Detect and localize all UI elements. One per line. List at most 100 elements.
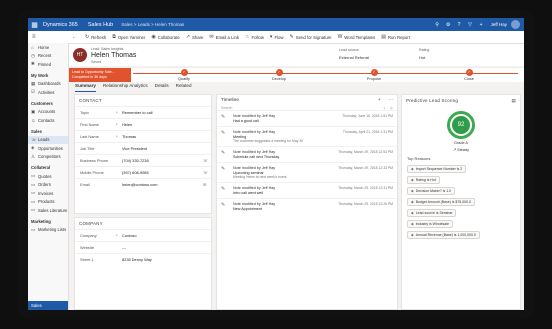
sidebar-item-invoices[interactable]: ▭ Invoices <box>28 189 68 198</box>
tab-summary[interactable]: Summary <box>75 83 96 92</box>
field-value[interactable]: (704) 335-7238 <box>122 158 203 163</box>
timeline-item[interactable]: ✎ Note modified by Jeff Hay Thursday, Marc… <box>217 146 397 162</box>
filter-icon[interactable]: ◎ <box>390 106 393 110</box>
stage-develop[interactable]: ✓ Develop <box>264 69 294 81</box>
send-signature-button[interactable]: ✎ Send for Signature <box>290 34 332 40</box>
timeline-date: Thursday, March 29, 2018 12:31 PM <box>338 186 393 190</box>
reason-chip[interactable]: ◆ Budget Amount (Base) is $75,000.0 <box>407 197 475 206</box>
form-field-job-title[interactable]: Job Title Vice President <box>75 142 211 154</box>
timeline-item[interactable]: ✎ Note modified by Jeff Hay Thursday, Marc… <box>217 182 397 198</box>
field-action-icon[interactable]: ☏ <box>203 170 211 175</box>
timeline-item[interactable]: ✎ Note modified by Jeff Hay Thursday, Apri… <box>217 126 397 146</box>
timeline-item[interactable]: ✎ Note modified by Jeff Hay Thursday, June… <box>217 110 397 126</box>
word-templates-button[interactable]: W Word Templates <box>338 34 376 40</box>
app-launcher-icon[interactable]: ▦ <box>28 18 41 31</box>
field-value[interactable]: Remember to call <box>122 110 203 115</box>
attach-icon[interactable]: ⇣ <box>383 106 386 110</box>
hub-name[interactable]: Sales Hub <box>88 22 113 28</box>
lead-source-value[interactable]: External Referral <box>339 55 369 60</box>
refresh-button[interactable]: ↻ Refresh <box>85 34 106 40</box>
tab-details[interactable]: Details <box>155 83 169 92</box>
more-icon[interactable]: ··· <box>388 98 393 103</box>
sidebar-item-contacts[interactable]: ☺ Contacts <box>28 116 68 125</box>
form-field-street-1[interactable]: Street 1 8235 Denny Way <box>75 253 211 265</box>
field-value[interactable]: 8235 Denny Way <box>122 257 203 262</box>
form-field-business-phone[interactable]: Business Phone (704) 335-7238 ☏ <box>75 154 211 166</box>
timeline-item[interactable]: ✎ Note modified by Jeff Hay Thursday, Marc… <box>217 198 397 214</box>
timeline-item[interactable]: ✎ Note modified by Jeff Hay Thursday, Marc… <box>217 162 397 182</box>
rating-value[interactable]: Hot <box>419 55 425 60</box>
field-value[interactable]: (397) 608-9085 <box>122 170 203 175</box>
stage-qualify[interactable]: ✓ Qualify <box>169 69 199 81</box>
sidebar-item-quotes[interactable]: ▭ Quotes <box>28 172 68 181</box>
reason-chip[interactable]: ◆ Annual Revenue (Base) is 1,000,000.0 <box>407 230 480 239</box>
email-link-button[interactable]: ✉ Email a Link <box>209 34 239 40</box>
reason-chip[interactable]: ◆ Rating is Hot <box>407 175 440 184</box>
collaborate-button[interactable]: ◉ Collaborate <box>151 34 179 40</box>
sidebar-item-recent[interactable]: ◷ Recent <box>28 52 68 61</box>
process-subtitle: Completed in 36 days <box>72 74 107 79</box>
sidebar-item-sales-literature[interactable]: ▭ Sales Literature <box>28 206 68 215</box>
follow-button[interactable]: ☆ Follow <box>245 34 264 40</box>
timeline-subject: Intro call went well <box>233 191 264 195</box>
flow-button[interactable]: ▾ Flow <box>270 34 284 40</box>
form-field-mobile-phone[interactable]: Mobile Phone (397) 608-9085 ☏ <box>75 166 211 178</box>
hamburger-icon[interactable]: ≡ <box>28 34 72 40</box>
tab-related[interactable]: Related <box>176 83 192 92</box>
run-report-button[interactable]: ▤ Run Report <box>381 34 410 40</box>
timeline-section: Timeline + ··· Search ⇣ ◎ ✎ Note modified … <box>216 94 398 310</box>
reason-chip[interactable]: ◆ Lead source is Seminar <box>407 208 457 217</box>
field-value[interactable]: helen@contoso.com <box>122 182 203 187</box>
add-icon[interactable]: + <box>378 98 381 103</box>
form-field-topic[interactable]: Topic * Remember to call <box>75 106 211 118</box>
tab-relationship-analytics[interactable]: Relationship Analytics <box>103 83 148 92</box>
reason-chip[interactable]: ◆ Decision Maker? is 1.0 <box>407 186 456 195</box>
sidebar-item-leads[interactable]: ☏ Leads <box>28 135 68 144</box>
form-field-website[interactable]: Website --- <box>75 241 211 253</box>
search-icon[interactable]: ⚲ <box>432 22 443 28</box>
form-field-email[interactable]: Email helen@contoso.com ✉ <box>75 178 211 190</box>
app-name[interactable]: Dynamics 365 <box>43 22 78 28</box>
help-icon[interactable]: ? <box>454 22 465 28</box>
flow-button-icon: ▾ <box>269 34 273 40</box>
sidebar-item-accounts[interactable]: ▣ Accounts <box>28 108 68 117</box>
form-field-first-name[interactable]: First Name * Helen <box>75 118 211 130</box>
sidebar-item-marketing-lists[interactable]: ▭ Marketing Lists <box>28 226 68 235</box>
field-action-icon[interactable]: ☏ <box>203 158 211 163</box>
add-icon[interactable]: + <box>476 22 487 28</box>
company-section: COMPANY Company * Contoso Website --- Street … <box>74 217 212 310</box>
timeline-date: Thursday, March 29, 2018 12:53 PM <box>338 150 393 154</box>
settings-icon[interactable]: ⚙ <box>443 22 454 28</box>
sidebar-item-pinned[interactable]: ✱ Pinned <box>28 60 68 69</box>
stage-close[interactable]: ✓ Close <box>454 69 484 81</box>
form-field-company[interactable]: Company * Contoso <box>75 229 211 241</box>
user-name[interactable]: Jeff Hay <box>491 22 507 27</box>
stage-propose[interactable]: ✓ Propose <box>359 69 389 81</box>
share-button[interactable]: ↗ Share <box>186 34 204 40</box>
open-yammer-button[interactable]: ⧉ Open Yammer <box>112 34 145 40</box>
field-value[interactable]: --- <box>122 245 203 250</box>
sidebar-item-products[interactable]: ▭ Products <box>28 198 68 207</box>
field-value[interactable]: Helen <box>122 122 203 127</box>
user-avatar[interactable] <box>511 20 520 29</box>
sidebar-item-activities[interactable]: ☑ Activities <box>28 88 68 97</box>
sidebar-item-dashboards[interactable]: ▦ Dashboards <box>28 80 68 89</box>
sidebar-item-label: Orders <box>38 182 51 188</box>
field-value[interactable]: Thomas <box>122 134 203 139</box>
form-field-last-name[interactable]: Last Name * Thomas <box>75 130 211 142</box>
field-value[interactable]: Contoso <box>122 233 203 238</box>
field-action-icon[interactable]: ✉ <box>203 182 211 187</box>
sidebar-item-competitors[interactable]: ♙ Competitors <box>28 153 68 162</box>
sidebar-item-orders[interactable]: ▭ Orders <box>28 181 68 190</box>
process-active-stage[interactable]: Lead to Opportunity Sale... Completed in… <box>69 68 131 82</box>
filter-icon[interactable]: ▽ <box>465 22 476 28</box>
reason-chip[interactable]: ◆ Industry is Wholesale <box>407 219 453 228</box>
timeline-search-input[interactable]: Search <box>221 106 232 110</box>
field-value[interactable]: Vice President <box>122 146 203 151</box>
reason-chip[interactable]: ◆ Import Sequence Number is 2 <box>407 164 467 173</box>
sidebar-item-opportunities[interactable]: ◈ Opportunities <box>28 144 68 153</box>
scoring-menu-icon[interactable]: ▤ <box>512 98 516 104</box>
sidebar-item-home[interactable]: ⌂ Home <box>28 43 68 52</box>
back-icon[interactable]: ← <box>72 34 79 40</box>
area-switcher[interactable]: Sales <box>28 301 68 310</box>
